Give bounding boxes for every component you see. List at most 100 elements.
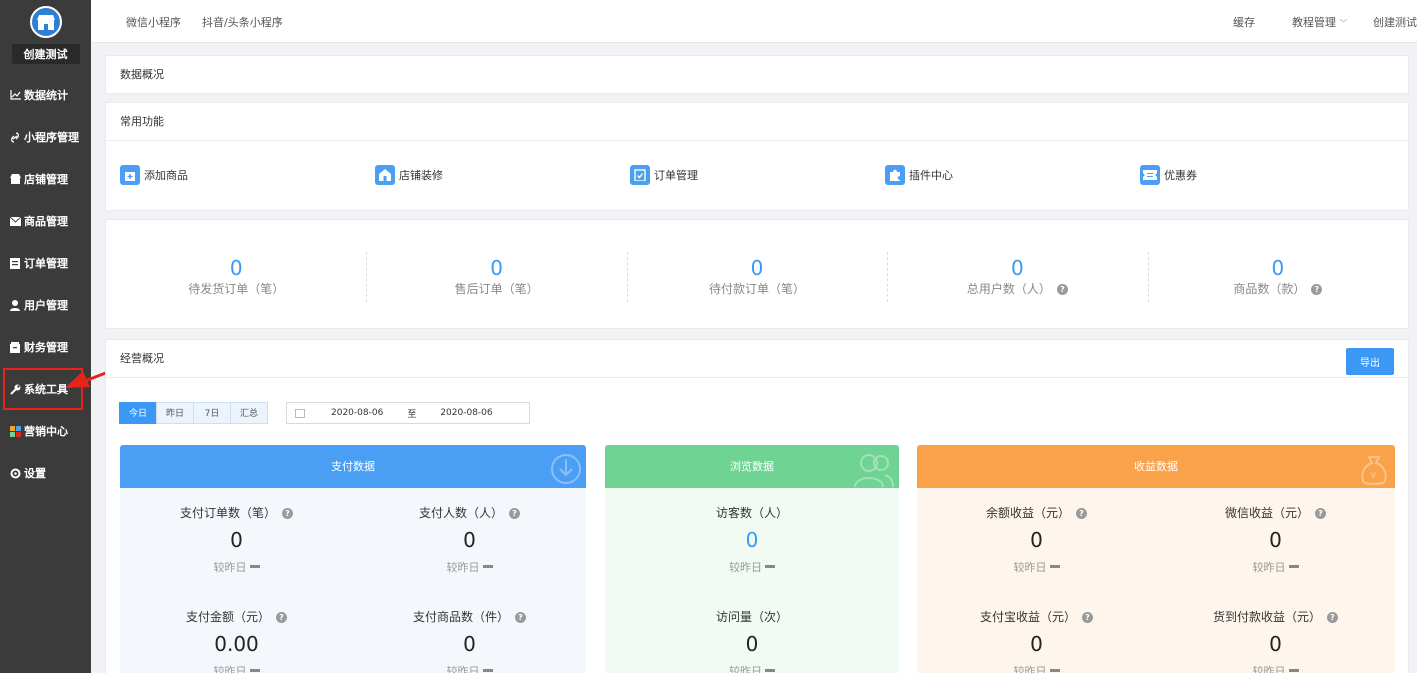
- sidebar-item-orders[interactable]: 订单管理: [0, 242, 91, 284]
- metric-label: 余额收益（元）?: [917, 504, 1156, 521]
- payment-data-panel: 支付数据 支付订单数（笔）? 0 较昨日 支付人数（人）? 0 较昨日 支付金额…: [120, 445, 586, 673]
- sidebar-item-products[interactable]: 商品管理: [0, 200, 91, 242]
- cache-button[interactable]: 缓存: [1233, 14, 1255, 30]
- puzzle-icon: [885, 165, 905, 185]
- date-range-picker[interactable]: 2020-08-06 至 2020-08-06: [286, 402, 530, 424]
- link-icon: [8, 130, 22, 144]
- dash-icon: [1288, 565, 1299, 568]
- help-icon[interactable]: ?: [1311, 284, 1323, 295]
- tab-wechat-miniprogram[interactable]: 微信小程序: [126, 14, 181, 30]
- quick-add-product[interactable]: 添加商品: [120, 165, 375, 185]
- stat-label: 商品数（款）?: [1148, 280, 1408, 297]
- range-tab-yesterday[interactable]: 昨日: [156, 402, 194, 424]
- top-bar: 微信小程序 抖音/头条小程序 缓存 教程管理 ﹀ 创建测试: [91, 0, 1417, 43]
- user-menu[interactable]: 创建测试: [1373, 14, 1417, 30]
- range-tab-total[interactable]: 汇总: [230, 402, 268, 424]
- help-icon[interactable]: ?: [1082, 612, 1093, 623]
- metric-label-text: 余额收益（元）: [985, 506, 1070, 520]
- quick-store-decoration[interactable]: 店铺装修: [375, 165, 630, 185]
- metric-compare-text: 较昨日: [446, 665, 480, 673]
- income-panel-header: 收益数据 ¥: [917, 445, 1395, 488]
- help-icon[interactable]: ?: [282, 508, 293, 519]
- income-panel-body: 余额收益（元）? 0 较昨日 微信收益（元）? 0 较昨日 支付宝收益（元）? …: [917, 488, 1395, 673]
- sidebar-item-data-stats[interactable]: 数据统计: [0, 74, 91, 116]
- tutorial-label: 教程管理: [1292, 16, 1336, 29]
- metric-pay-orders: 支付订单数（笔）? 0 较昨日: [120, 488, 353, 592]
- stat-pending-payment[interactable]: 0 待付款订单（笔）: [626, 252, 887, 302]
- metric-value: 0: [1030, 528, 1043, 552]
- tutorial-menu[interactable]: 教程管理 ﹀: [1292, 14, 1348, 30]
- metric-compare: 较昨日: [353, 559, 586, 575]
- sidebar-item-users[interactable]: 用户管理: [0, 284, 91, 326]
- stat-products[interactable]: 0 商品数（款）?: [1147, 252, 1408, 302]
- help-icon[interactable]: ?: [1076, 508, 1087, 519]
- quick-order-management[interactable]: 订单管理: [630, 165, 885, 185]
- metric-label-text: 微信收益（元）: [1224, 506, 1309, 520]
- metric-compare-text: 较昨日: [446, 561, 480, 574]
- stat-label: 售后订单（笔）: [454, 282, 539, 296]
- store-name[interactable]: 创建测试: [11, 44, 80, 64]
- common-functions-title: 常用功能: [106, 103, 1408, 141]
- help-icon[interactable]: ?: [1327, 612, 1338, 623]
- metric-compare: 较昨日: [1156, 663, 1395, 673]
- sidebar-item-label: 营销中心: [24, 425, 68, 438]
- range-tab-7days[interactable]: 7日: [193, 402, 231, 424]
- date-from[interactable]: 2020-08-06: [331, 408, 383, 418]
- export-button[interactable]: 导出: [1346, 348, 1394, 375]
- dash-icon: [1049, 565, 1060, 568]
- stat-pending-shipment[interactable]: 0 待发货订单（笔）: [106, 258, 366, 297]
- common-functions-card: 常用功能 添加商品 店铺装修 订单管理 插件中心 优惠券: [105, 102, 1409, 211]
- payment-panel-header: 支付数据: [120, 445, 586, 488]
- sidebar-item-settings[interactable]: 设置: [0, 452, 91, 494]
- sidebar-item-miniprogram[interactable]: 小程序管理: [0, 116, 91, 158]
- stat-after-sales[interactable]: 0 售后订单（笔）: [366, 252, 626, 302]
- store-logo-icon[interactable]: [29, 6, 62, 38]
- metric-label-text: 支付人数（人）: [418, 506, 503, 520]
- quick-plugin-center[interactable]: 插件中心: [885, 165, 1140, 185]
- metric-label: 货到付款收益（元）?: [1156, 608, 1395, 625]
- quick-label: 订单管理: [654, 169, 698, 182]
- quick-coupons[interactable]: 优惠券: [1140, 165, 1395, 185]
- stat-value: 0: [750, 256, 764, 280]
- overview-title: 数据概况: [120, 68, 164, 81]
- metric-label: 支付宝收益（元）?: [917, 608, 1156, 625]
- stat-total-users[interactable]: 0 总用户数（人）?: [887, 252, 1147, 302]
- metric-compare-text: 较昨日: [1252, 665, 1286, 673]
- help-icon[interactable]: ?: [515, 612, 526, 623]
- help-icon[interactable]: ?: [276, 612, 287, 623]
- metric-label: 支付人数（人）?: [353, 504, 586, 521]
- sidebar-item-store[interactable]: 店铺管理: [0, 158, 91, 200]
- stat-label: 待发货订单（笔）: [188, 282, 285, 296]
- sidebar-item-marketing[interactable]: 营销中心: [0, 410, 91, 452]
- metric-pay-items: 支付商品数（件）? 0 较昨日: [353, 592, 586, 673]
- metric-balance-income: 余额收益（元）? 0 较昨日: [917, 488, 1156, 592]
- tab-douyin-miniprogram[interactable]: 抖音/头条小程序: [202, 14, 283, 30]
- store-logo-area: 创建测试: [0, 0, 91, 66]
- metric-compare-text: 较昨日: [213, 665, 247, 673]
- common-functions-row: 添加商品 店铺装修 订单管理 插件中心 优惠券: [106, 141, 1408, 185]
- help-icon[interactable]: ?: [1056, 284, 1068, 295]
- sidebar-item-label: 店铺管理: [24, 173, 68, 186]
- business-overview-title: 经营概况: [106, 340, 1408, 378]
- payment-panel-body: 支付订单数（笔）? 0 较昨日 支付人数（人）? 0 较昨日 支付金额（元）? …: [120, 488, 586, 673]
- stat-value: 0: [490, 256, 503, 280]
- clipboard-icon: [8, 256, 22, 270]
- metric-value: 0.00: [214, 632, 259, 656]
- download-icon: [551, 454, 581, 484]
- dash-icon: [249, 669, 260, 672]
- help-icon[interactable]: ?: [1315, 508, 1326, 519]
- metric-compare-text: 较昨日: [729, 561, 762, 574]
- dash-icon: [482, 565, 493, 568]
- sidebar-item-label: 用户管理: [24, 299, 68, 312]
- range-tab-today[interactable]: 今日: [119, 402, 157, 424]
- metric-compare-text: 较昨日: [1013, 561, 1047, 574]
- metric-value: 0: [745, 528, 759, 552]
- metric-value: 0: [463, 528, 476, 552]
- help-icon[interactable]: ?: [509, 508, 520, 519]
- metric-value: 0: [463, 632, 476, 656]
- metric-compare: 较昨日: [1156, 559, 1395, 575]
- stat-label-text: 总用户数（人）: [966, 282, 1051, 296]
- date-to[interactable]: 2020-08-06: [440, 408, 492, 418]
- quick-label: 优惠券: [1164, 169, 1197, 182]
- metric-compare: 较昨日: [353, 663, 586, 673]
